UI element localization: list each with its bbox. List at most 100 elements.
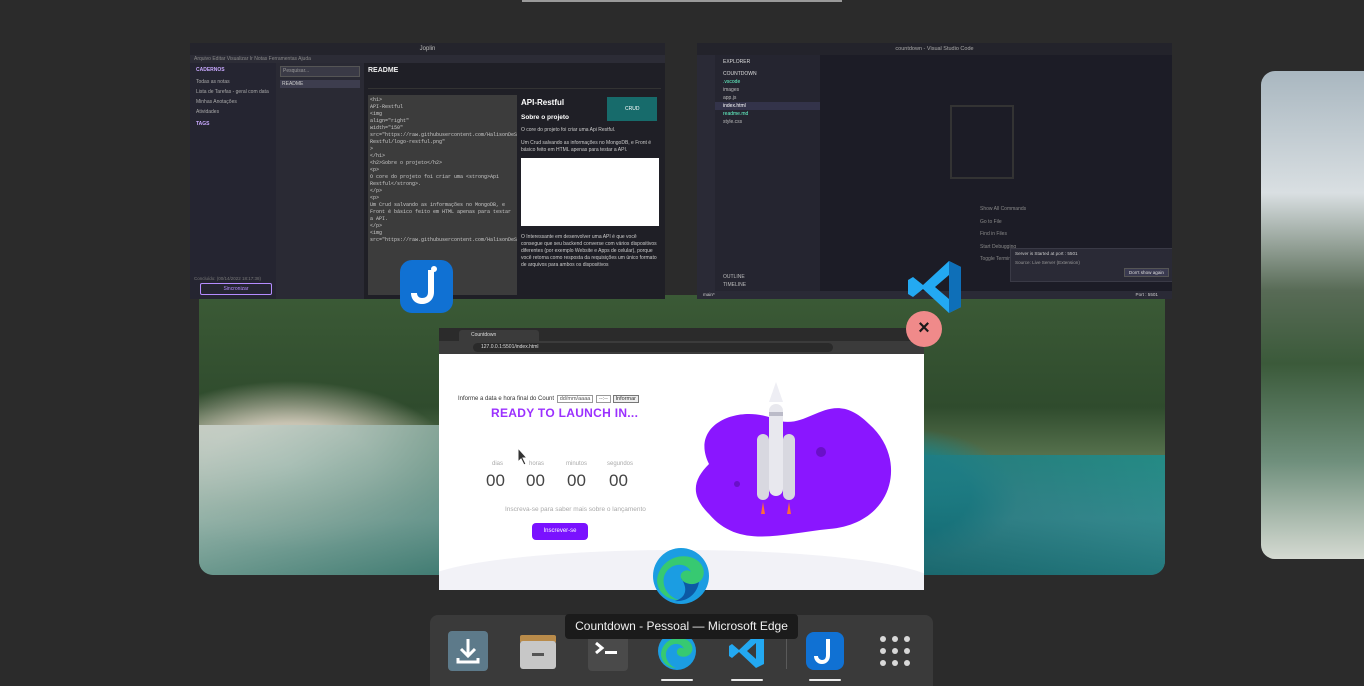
edge-running-indicator — [661, 679, 693, 681]
note-list-item[interactable]: README — [280, 80, 360, 88]
countdown-prompt: Informe a data e hora final do Count — [458, 396, 555, 402]
close-window-button[interactable]: × — [906, 311, 942, 347]
shortcut-item: Show All Commands — [980, 206, 1027, 212]
edge-tab[interactable]: Countdown — [459, 330, 539, 341]
joplin-running-indicator — [809, 679, 841, 681]
explorer-file[interactable]: images — [715, 86, 820, 94]
sync-button[interactable]: Sincronizar — [200, 283, 272, 295]
label-hours: horas — [529, 461, 545, 467]
dont-show-again-button[interactable]: Don't show again — [1123, 268, 1169, 277]
preview-badge-image: CRUD — [607, 97, 657, 121]
md-line: O core do projeto foi criar uma <strong>… — [370, 174, 500, 187]
edge-tab-strip: Countdown — [439, 328, 924, 341]
joplin-app-icon[interactable] — [398, 258, 455, 315]
label-seconds: segundos — [607, 461, 634, 467]
tags-header[interactable]: TAGS — [190, 117, 276, 131]
label-minutes: minutos — [566, 461, 588, 467]
explorer-file[interactable]: index.html — [715, 102, 820, 110]
shortcut-item: Go to File — [980, 218, 1002, 225]
explorer-file[interactable]: .vscode — [715, 78, 820, 86]
mouse-cursor-icon — [517, 447, 529, 466]
explorer-file[interactable]: app.js — [715, 94, 820, 102]
preview-paragraph: O Interessante em desenvolver uma API é … — [521, 234, 657, 268]
md-line: src="https://raw.githubusercontent.com/H… — [370, 237, 517, 243]
md-line: <p> — [370, 167, 380, 173]
joplin-window-title: Joplin — [419, 46, 436, 52]
explorer-file[interactable]: style.css — [715, 118, 820, 126]
vscode-app-icon[interactable] — [905, 257, 965, 317]
sidebar-item-all-notes[interactable]: Todas as notas — [190, 77, 276, 87]
value-hours: 00 — [526, 471, 545, 490]
countdown-form: Informe a data e hora final do Count dd/… — [458, 395, 639, 403]
app-grid-icon[interactable] — [875, 631, 915, 671]
files-icon[interactable] — [518, 631, 558, 671]
outline-section[interactable]: OUTLINE — [715, 273, 753, 281]
md-line: <p> — [370, 195, 380, 201]
preview-paragraph: O core do projeto foi criar uma Api Rest… — [521, 127, 616, 133]
md-line: src="https://raw.githubusercontent.com/H… — [370, 132, 517, 145]
explorer-file[interactable]: readme.md — [715, 110, 820, 118]
countdown-title: READY TO LAUNCH IN... — [491, 406, 639, 420]
sidebar-item-notes[interactable]: Minhas Anotações — [190, 97, 276, 107]
vscode-running-indicator — [731, 679, 763, 681]
vscode-notification[interactable]: Server is Started at port : 5501 Source:… — [1010, 248, 1172, 282]
notebooks-header[interactable]: CADERNOS — [190, 63, 276, 77]
vscode-explorer: EXPLORER COUNTDOWN .vscode images app.js… — [715, 55, 820, 291]
address-bar[interactable]: 127.0.0.1:5501/index.html — [473, 343, 833, 352]
time-input[interactable]: --:-- — [595, 395, 611, 403]
joplin-titlebar: Joplin — [190, 43, 665, 55]
value-seconds: 00 — [609, 471, 628, 490]
vscode-titlebar: countdown - Visual Studio Code — [697, 43, 1172, 55]
md-line: align="right" — [370, 118, 410, 124]
md-line: <img — [370, 230, 383, 236]
explorer-section[interactable]: COUNTDOWN — [715, 70, 820, 78]
rocket-illustration — [695, 382, 892, 537]
note-title[interactable]: README — [364, 63, 665, 78]
countdown-subtitle: Inscreva-se para saber mais sobre o lanç… — [505, 506, 646, 513]
notification-message: Server is Started at port : 5501 — [1015, 251, 1078, 256]
subscribe-button[interactable]: Inscrever-se — [532, 523, 588, 540]
md-line: <h1> — [370, 97, 383, 103]
joplin-sidebar: CADERNOS Todas as notas Lista de Tarefas… — [190, 63, 276, 299]
edge-tab-title: Countdown — [471, 332, 497, 338]
search-indicator — [522, 0, 842, 2]
next-workspace-preview[interactable] — [1261, 71, 1364, 559]
preview-screenshot-image — [521, 158, 659, 226]
md-line: API-Restful — [370, 104, 404, 110]
md-line: </p> — [370, 188, 383, 194]
sync-status: Concluído: (00/14/2022 18:17:38) — [194, 276, 262, 281]
vscode-watermark-icon — [950, 105, 1014, 179]
value-minutes: 00 — [567, 471, 586, 490]
joplin-note-list: Pesquisar... README — [276, 63, 364, 299]
dock-tooltip: Countdown - Pessoal — Microsoft Edge — [565, 614, 798, 639]
sidebar-item-activities[interactable]: Atividades — [190, 107, 276, 117]
md-line: Um Crud salvando as informações no Mongo… — [370, 202, 512, 222]
timeline-section[interactable]: TIMELINE — [715, 281, 754, 289]
date-input[interactable]: dd/mm/aaaa — [556, 395, 594, 403]
inform-button[interactable]: Informar — [612, 395, 639, 403]
md-line: <img — [370, 111, 383, 117]
status-port[interactable]: Port : 5501 — [1136, 291, 1158, 299]
dock-separator — [786, 635, 787, 669]
joplin-icon[interactable] — [805, 631, 845, 671]
value-days: 00 — [486, 471, 505, 490]
label-days: dias — [492, 461, 504, 467]
md-line: > — [370, 146, 374, 152]
downloads-icon[interactable] — [448, 631, 488, 671]
joplin-menubar[interactable]: Arquivo Editar Visualizar Ir Notas Ferra… — [190, 55, 665, 63]
note-search-input[interactable]: Pesquisar... — [280, 66, 360, 77]
editor-toolbar[interactable] — [368, 78, 661, 89]
md-line: width="150" — [370, 125, 404, 131]
edge-app-icon[interactable] — [651, 546, 711, 606]
wallpaper-beach — [199, 425, 439, 575]
status-branch[interactable]: main* — [703, 292, 715, 297]
vscode-activity-bar[interactable] — [697, 55, 715, 291]
explorer-title: EXPLORER — [723, 59, 751, 65]
preview-badge-text: CRUD — [625, 106, 640, 112]
edge-toolbar: 127.0.0.1:5501/index.html — [439, 341, 924, 354]
md-line: <h2>Sobre o projeto</h2> — [370, 160, 443, 166]
md-line: </p> — [370, 223, 383, 229]
markdown-preview[interactable]: CRUD API-Restful Sobre o projeto O core … — [517, 95, 661, 295]
md-line: </h1> — [370, 153, 386, 159]
sidebar-item-tasks[interactable]: Lista de Tarefas - geral com data — [190, 87, 276, 97]
